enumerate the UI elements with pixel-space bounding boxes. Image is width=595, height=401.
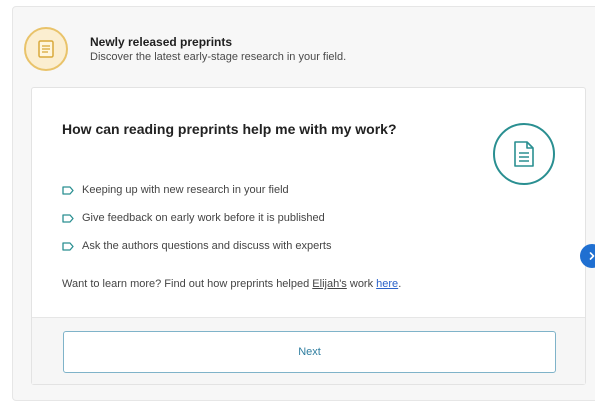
list-item-text: Give feedback on early work before it is… xyxy=(82,212,325,224)
list-item: Give feedback on early work before it is… xyxy=(62,211,331,225)
chevron-right-icon xyxy=(589,252,595,260)
list-item: Ask the authors questions and discuss wi… xyxy=(62,239,331,253)
list-item-text: Keeping up with new research in your fie… xyxy=(82,184,289,196)
learn-more-text: Want to learn more? Find out how preprin… xyxy=(62,278,401,290)
learn-more-middle: work xyxy=(346,278,377,290)
tag-icon xyxy=(62,185,74,195)
learn-more-suffix: . xyxy=(398,278,402,290)
next-button[interactable]: Next xyxy=(63,331,556,373)
header-document-icon xyxy=(24,27,68,71)
header-subtitle: Discover the latest early-stage research… xyxy=(90,51,347,63)
here-link[interactable]: here xyxy=(376,278,398,290)
list-item-text: Ask the authors questions and discuss wi… xyxy=(82,240,332,252)
tag-icon xyxy=(62,213,74,223)
document-icon xyxy=(493,123,555,185)
elijah-story-link[interactable]: Elijah's xyxy=(312,278,347,290)
list-item: Keeping up with new research in your fie… xyxy=(62,183,331,197)
card-title: How can reading preprints help me with m… xyxy=(62,121,397,137)
header-title: Newly released preprints xyxy=(90,35,233,49)
benefits-list: Keeping up with new research in your fie… xyxy=(62,183,331,267)
learn-more-prefix: Want to learn more? Find out how preprin… xyxy=(62,278,313,290)
tag-icon xyxy=(62,241,74,251)
info-card: How can reading preprints help me with m… xyxy=(31,87,586,385)
